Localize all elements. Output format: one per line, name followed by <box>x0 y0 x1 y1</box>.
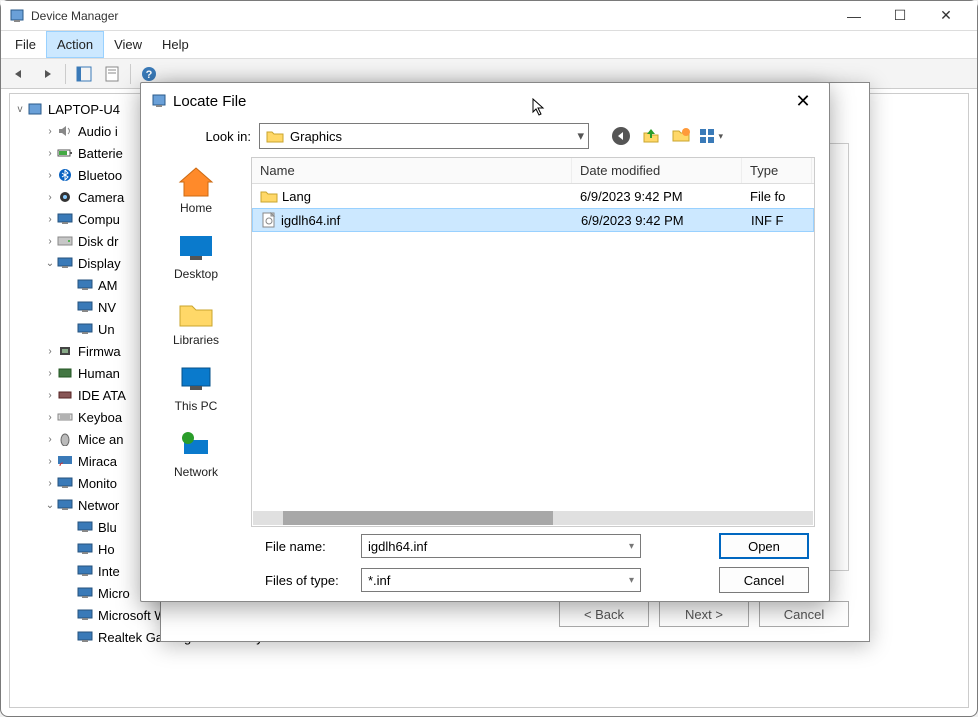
network-icon <box>176 427 216 463</box>
file-list-header[interactable]: NameDate modifiedType <box>252 158 814 184</box>
network-icon <box>76 541 94 557</box>
horizontal-scrollbar[interactable] <box>253 511 813 525</box>
close-button[interactable]: ✕ <box>923 1 969 31</box>
window-title: Device Manager <box>31 9 831 23</box>
filetype-combo[interactable]: *.inf▾ <box>361 568 641 592</box>
back-button[interactable] <box>7 62 31 86</box>
network-icon <box>76 519 94 535</box>
nav-newfolder-icon[interactable] <box>669 124 693 148</box>
menu-view[interactable]: View <box>104 31 152 58</box>
bluetooth-icon <box>56 167 74 183</box>
computer-icon <box>56 211 74 227</box>
lookin-value: Graphics <box>290 129 342 144</box>
col-name[interactable]: Name <box>252 158 572 183</box>
miracast-icon <box>56 453 74 469</box>
ide-icon <box>56 387 74 403</box>
app-icon <box>9 8 25 24</box>
locate-title: Locate File <box>173 93 787 110</box>
properties-icon[interactable] <box>100 62 124 86</box>
place-network[interactable]: Network <box>156 427 236 479</box>
menu-help[interactable]: Help <box>152 31 199 58</box>
places-bar: Home Desktop Libraries This PC Network <box>141 157 251 527</box>
locate-icon <box>151 93 167 109</box>
file-list[interactable]: NameDate modifiedType Lang6/9/2023 9:42 … <box>251 157 815 527</box>
lookin-combo[interactable]: Graphics ▾ <box>259 123 589 149</box>
battery-icon <box>56 145 74 161</box>
hid-icon <box>56 365 74 381</box>
file-row[interactable]: Lang6/9/2023 9:42 PMFile fo <box>252 184 814 208</box>
this-pc-icon <box>176 361 216 397</box>
folder-icon <box>266 129 284 143</box>
network-icon <box>76 629 94 645</box>
network-icon <box>76 607 94 623</box>
display-icon <box>76 299 94 315</box>
menu-file[interactable]: File <box>5 31 46 58</box>
nav-view-icon[interactable]: ▾ <box>699 124 723 148</box>
monitor-icon <box>56 475 74 491</box>
mouse-cursor-icon <box>532 98 548 118</box>
nav-up-icon[interactable] <box>639 124 663 148</box>
wizard-cancel-button[interactable]: Cancel <box>759 601 849 627</box>
place-this-pc[interactable]: This PC <box>156 361 236 413</box>
minimize-button[interactable]: — <box>831 1 877 31</box>
menubar: FileActionViewHelp <box>1 31 977 59</box>
open-button[interactable]: Open <box>719 533 809 559</box>
cancel-button[interactable]: Cancel <box>719 567 809 593</box>
filename-input[interactable]: igdlh64.inf▾ <box>361 534 641 558</box>
col-date[interactable]: Date modified <box>572 158 742 183</box>
firmware-icon <box>56 343 74 359</box>
titlebar: Device Manager — ☐ ✕ <box>1 1 977 31</box>
forward-button[interactable] <box>35 62 59 86</box>
wizard-back-button[interactable]: < Back <box>559 601 649 627</box>
camera-icon <box>56 189 74 205</box>
scrollbar-thumb[interactable] <box>283 511 553 525</box>
display-icon <box>76 277 94 293</box>
filename-label: File name: <box>265 539 361 554</box>
maximize-button[interactable]: ☐ <box>877 1 923 31</box>
show-hide-icon[interactable] <box>72 62 96 86</box>
nav-back-icon[interactable] <box>609 124 633 148</box>
libraries-icon <box>176 295 216 331</box>
filetype-label: Files of type: <box>265 573 361 588</box>
home-icon <box>176 163 216 199</box>
locate-close-button[interactable]: ✕ <box>787 85 819 117</box>
desktop-icon <box>176 229 216 265</box>
col-type[interactable]: Type <box>742 158 812 183</box>
inf-icon <box>261 212 277 228</box>
locate-file-dialog: Locate File ✕ Look in: Graphics ▾ ▾ Home… <box>140 82 830 602</box>
display-icon <box>76 321 94 337</box>
network-icon <box>76 585 94 601</box>
chevron-down-icon: ▾ <box>577 128 584 144</box>
locate-titlebar: Locate File ✕ <box>141 83 829 119</box>
file-row[interactable]: igdlh64.inf6/9/2023 9:42 PMINF F <box>252 208 814 232</box>
audio-icon <box>56 123 74 139</box>
place-desktop[interactable]: Desktop <box>156 229 236 281</box>
place-home[interactable]: Home <box>156 163 236 215</box>
display-icon <box>56 255 74 271</box>
network-icon <box>76 563 94 579</box>
folder-icon <box>260 189 278 203</box>
svg-text:?: ? <box>146 69 153 81</box>
mouse-icon <box>56 431 74 447</box>
place-libraries[interactable]: Libraries <box>156 295 236 347</box>
menu-action[interactable]: Action <box>46 31 104 58</box>
wizard-next-button[interactable]: Next > <box>659 601 749 627</box>
network-icon <box>56 497 74 513</box>
disk-icon <box>56 233 74 249</box>
lookin-label: Look in: <box>155 129 251 144</box>
keyboard-icon <box>56 409 74 425</box>
